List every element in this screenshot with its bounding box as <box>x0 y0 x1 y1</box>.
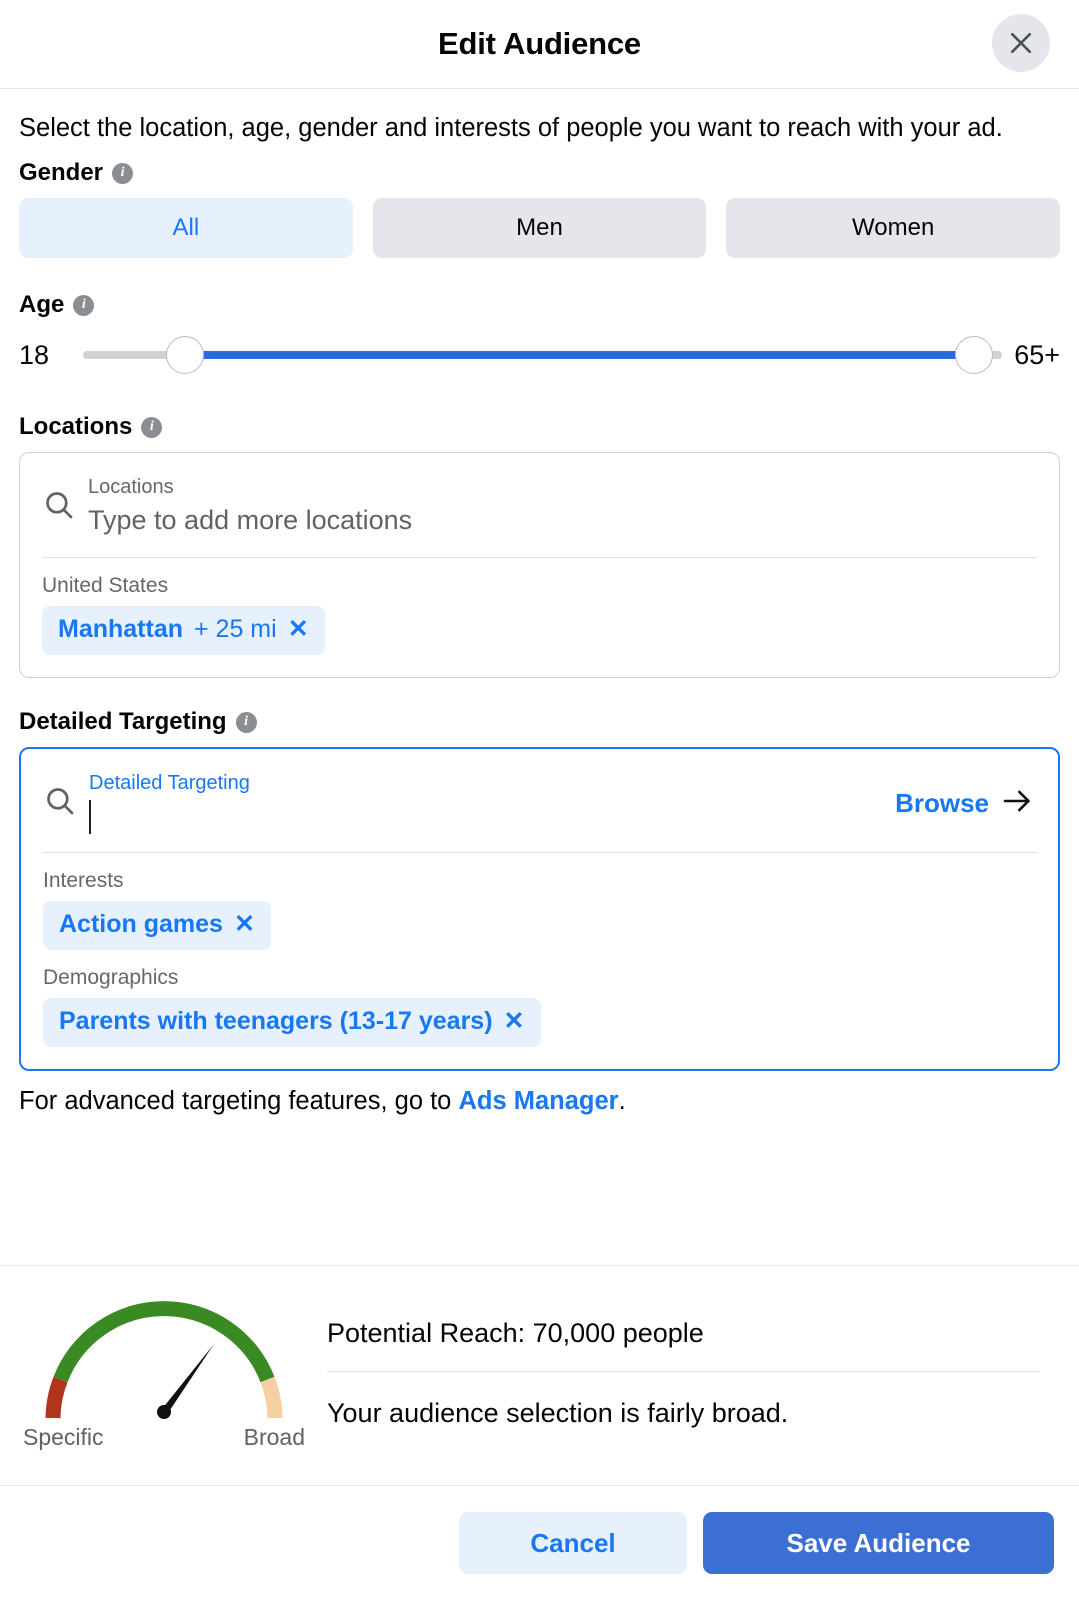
slider-track-fill <box>184 351 980 359</box>
gender-option-women[interactable]: Women <box>726 198 1061 258</box>
detailed-targeting-section: Detailed Targeting i Detailed Targeting <box>19 708 1060 1116</box>
close-icon <box>1006 28 1036 58</box>
gender-section-label: Gender i <box>19 159 1060 187</box>
location-tag-manhattan[interactable]: Manhattan + 25 mi ✕ <box>42 606 325 655</box>
page-title: Edit Audience <box>438 26 641 61</box>
age-section: Age i 18 65+ <box>19 291 1060 380</box>
search-icon <box>42 488 84 527</box>
gauge-label-broad: Broad <box>243 1424 305 1450</box>
browse-button[interactable]: Browse <box>895 788 1034 819</box>
age-label-text: Age <box>19 291 65 318</box>
search-icon <box>43 784 85 823</box>
intro-text: Select the location, age, gender and int… <box>19 114 1003 142</box>
gender-option-all[interactable]: All <box>19 198 353 258</box>
tag-label: Parents with teenagers (13-17 years) <box>59 1007 493 1035</box>
edit-audience-modal: Edit Audience Select the location, age, … <box>0 0 1079 1600</box>
potential-reach-text: Potential Reach: 70,000 people <box>327 1318 1040 1372</box>
detailed-targeting-label-text: Detailed Targeting <box>19 708 227 735</box>
reach-panel: Specific Broad Potential Reach: 70,000 p… <box>0 1265 1079 1451</box>
close-button[interactable] <box>992 14 1050 72</box>
dt-tag-list-interests: Action games ✕ <box>21 893 1058 950</box>
arrow-right-icon <box>1002 788 1034 819</box>
dt-group-label-demographics: Demographics <box>43 966 179 989</box>
audience-assessment-text: Your audience selection is fairly broad. <box>327 1398 789 1428</box>
age-min-label: 18 <box>19 339 50 370</box>
detailed-targeting-section-label: Detailed Targeting i <box>19 708 1060 736</box>
info-icon[interactable]: i <box>235 711 257 733</box>
gender-option-men[interactable]: Men <box>372 198 707 258</box>
info-icon[interactable]: i <box>112 162 134 184</box>
detailed-targeting-input-wrap[interactable]: Detailed Targeting <box>85 770 895 834</box>
locations-input[interactable]: Type to add more locations <box>88 500 1037 539</box>
info-icon[interactable]: i <box>141 416 163 438</box>
advanced-note-prefix: For advanced targeting features, go to <box>19 1087 459 1115</box>
slider-handle-max[interactable] <box>955 336 993 374</box>
advanced-note-suffix: . <box>618 1087 626 1115</box>
info-icon[interactable]: i <box>73 294 95 316</box>
age-range-slider[interactable] <box>83 330 1003 380</box>
locations-input-row: Locations Type to add more locations <box>20 453 1059 539</box>
modal-footer: Cancel Save Audience <box>0 1485 1079 1600</box>
gauge-axis-labels: Specific Broad <box>19 1424 309 1451</box>
age-section-label: Age i <box>19 291 1060 319</box>
modal-body: Select the location, age, gender and int… <box>0 89 1079 1232</box>
gauge-label-specific: Specific <box>23 1424 104 1450</box>
locations-field-label: Locations <box>88 476 174 498</box>
reach-gauge: Specific Broad <box>19 1288 309 1451</box>
close-icon[interactable]: ✕ <box>288 617 309 642</box>
advanced-targeting-note: For advanced targeting features, go to A… <box>19 1087 1060 1116</box>
age-max-label: 65+ <box>1014 339 1060 370</box>
gender-label-text: Gender <box>19 159 104 186</box>
save-audience-button[interactable]: Save Audience <box>703 1512 1054 1574</box>
gender-option-group: All Men Women <box>19 198 1061 258</box>
dt-group-label-interests: Interests <box>43 869 124 892</box>
modal-header: Edit Audience <box>0 0 1079 89</box>
tag-label: Action games <box>59 910 223 938</box>
locations-input-wrap[interactable]: Locations Type to add more locations <box>84 474 1037 539</box>
locations-section-label: Locations i <box>19 413 1060 441</box>
demographic-tag-parents-with-teenagers[interactable]: Parents with teenagers (13-17 years) ✕ <box>43 998 541 1047</box>
dt-tag-list-demographics: Parents with teenagers (13-17 years) ✕ <box>21 990 1058 1047</box>
interest-tag-action-games[interactable]: Action games ✕ <box>43 901 271 950</box>
age-slider-row: 18 65+ <box>19 330 1060 380</box>
detailed-targeting-field-label: Detailed Targeting <box>89 772 250 794</box>
locations-label-text: Locations <box>19 413 133 440</box>
detailed-targeting-field-box: Detailed Targeting Browse Interests Acti… <box>19 747 1060 1071</box>
locations-field-box: Locations Type to add more locations Uni… <box>19 452 1060 678</box>
gauge-icon <box>29 1288 299 1428</box>
text-caret <box>89 800 91 834</box>
cancel-button[interactable]: Cancel <box>459 1512 687 1574</box>
locations-section: Locations i Locations Type to add more l… <box>19 413 1060 678</box>
locations-country-group-label: United States <box>42 574 169 597</box>
detailed-targeting-input-row: Detailed Targeting Browse <box>21 749 1058 834</box>
locations-tag-list: Manhattan + 25 mi ✕ <box>20 598 1059 655</box>
close-icon[interactable]: ✕ <box>504 1009 525 1034</box>
browse-label: Browse <box>895 788 989 818</box>
slider-handle-min[interactable] <box>165 336 204 374</box>
reach-details: Potential Reach: 70,000 people Your audi… <box>327 1288 1060 1451</box>
close-icon[interactable]: ✕ <box>234 912 255 937</box>
tag-radius: + 25 mi <box>194 615 277 643</box>
tag-label: Manhattan <box>58 615 183 643</box>
ads-manager-link[interactable]: Ads Manager <box>458 1087 618 1115</box>
